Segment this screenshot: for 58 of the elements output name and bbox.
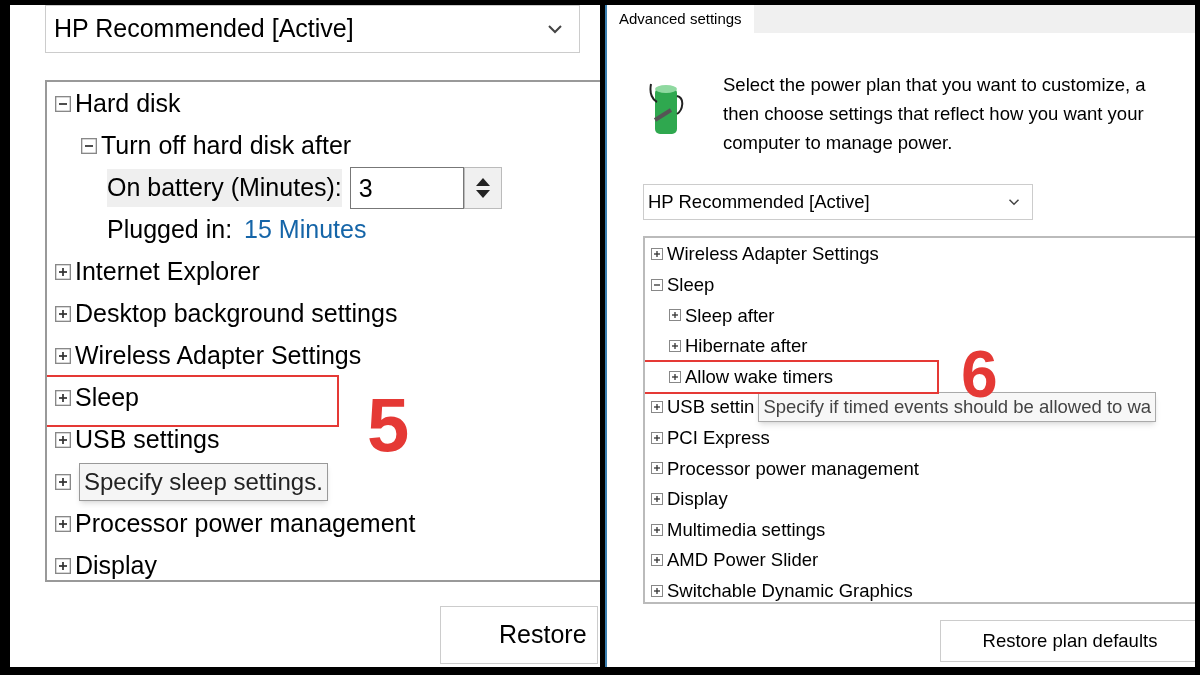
tree-item[interactable]: Allow wake timers — [685, 362, 834, 391]
plan-dropdown[interactable]: HP Recommended [Active] — [643, 184, 1033, 220]
tree-item[interactable]: Sleep — [75, 379, 139, 417]
expand-icon[interactable] — [651, 431, 663, 444]
description-text: Select the power plan that you want to customize, a then choose settings that reflect how you want your computer to manage power. — [723, 73, 1146, 155]
expand-icon[interactable] — [651, 584, 663, 597]
tree-item[interactable]: Wireless Adapter Settings — [667, 240, 879, 269]
tree-item[interactable]: Hibernate after — [685, 332, 808, 360]
expand-icon[interactable] — [651, 493, 663, 506]
expand-icon[interactable] — [651, 248, 663, 261]
plan-dropdown[interactable]: HP Recommended [Active] — [45, 5, 580, 53]
step-number: 5 — [367, 387, 410, 464]
tree-item[interactable]: Internet Explorer — [75, 253, 260, 291]
setting-label: Plugged in: — [107, 214, 233, 246]
tree-item[interactable]: Sleep — [667, 271, 715, 299]
tree-item[interactable]: Switchable Dynamic Graphics — [667, 576, 913, 602]
tree-item[interactable]: AMD Power Slider — [667, 546, 819, 575]
chevron-down-icon — [1008, 198, 1020, 206]
expand-icon[interactable] — [669, 340, 681, 353]
expand-icon[interactable] — [669, 309, 681, 322]
restore-button[interactable]: Restore — [440, 606, 598, 664]
tree-item[interactable]: USB settings — [75, 421, 220, 459]
expand-icon[interactable] — [55, 390, 71, 406]
expand-icon[interactable] — [55, 432, 71, 448]
tree-item[interactable]: Hard disk — [75, 85, 181, 123]
expand-icon[interactable] — [55, 306, 71, 322]
expand-icon[interactable] — [55, 558, 71, 574]
setting-value[interactable]: 15 Minutes — [244, 211, 367, 249]
collapse-icon[interactable] — [651, 278, 663, 291]
expand-icon[interactable] — [55, 264, 71, 280]
collapse-icon[interactable] — [81, 138, 97, 154]
expand-icon[interactable] — [651, 401, 663, 414]
chevron-down-icon — [547, 24, 563, 34]
expand-icon[interactable] — [651, 462, 663, 475]
tree-item[interactable]: PCI Express — [667, 424, 770, 452]
tree-item[interactable]: Wireless Adapter Settings — [75, 337, 362, 375]
advanced-settings-tab[interactable]: Advanced settings — [607, 5, 754, 33]
tree-item[interactable]: Multimedia settings — [667, 515, 826, 544]
minutes-field[interactable]: 3 — [349, 167, 464, 209]
tree-item[interactable]: Turn off hard disk after — [101, 127, 352, 165]
tree-item[interactable]: USB settin — [667, 393, 755, 422]
expand-icon[interactable] — [669, 370, 681, 383]
setting-label: On battery (Minutes): — [107, 169, 342, 207]
restore-plan-defaults-button[interactable]: Restore plan defaults — [940, 620, 1195, 662]
tree-item[interactable]: Display — [75, 547, 157, 580]
tree-item[interactable]: Processor power management — [75, 505, 416, 543]
expand-icon[interactable] — [651, 554, 663, 567]
expand-icon[interactable] — [55, 516, 71, 532]
tree-item[interactable]: Sleep after — [685, 301, 775, 330]
expand-icon[interactable] — [651, 523, 663, 536]
expand-icon[interactable] — [55, 348, 71, 364]
tree-item[interactable]: Desktop background settings — [75, 295, 398, 333]
spinner[interactable] — [463, 167, 502, 209]
tree-item[interactable]: Processor power management — [667, 454, 919, 483]
tooltip: Specify sleep settings. — [79, 463, 328, 501]
expand-icon[interactable] — [55, 474, 71, 490]
tree-item[interactable]: Display — [667, 485, 728, 513]
collapse-icon[interactable] — [55, 96, 71, 112]
